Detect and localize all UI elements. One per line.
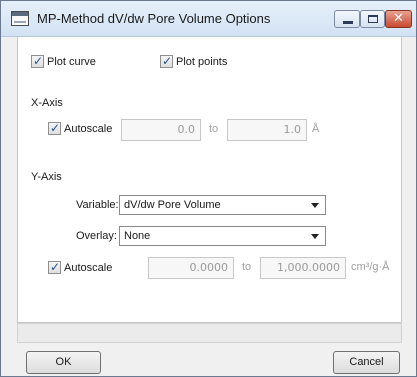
plot-curve-checkbox[interactable]: ✓ xyxy=(31,54,44,68)
x-unit-label: Å xyxy=(312,123,320,135)
variable-select-value: dV/dw Pore Volume xyxy=(124,199,221,211)
chevron-down-icon xyxy=(311,234,319,239)
y-max-field[interactable]: 1,000.0000 xyxy=(260,257,346,279)
window-title: MP-Method dV/dw Pore Volume Options xyxy=(37,11,271,26)
check-icon: ✓ xyxy=(50,121,61,135)
ok-button[interactable]: OK xyxy=(26,351,101,374)
plot-curve-label: Plot curve xyxy=(47,55,96,68)
plot-points-label: Plot points xyxy=(176,55,228,68)
y-autoscale-option[interactable]: ✓ Autoscale xyxy=(48,260,113,274)
y-axis-heading: Y-Axis xyxy=(31,171,62,183)
check-icon: ✓ xyxy=(162,54,173,68)
minimize-icon xyxy=(343,21,353,24)
y-autoscale-label: Autoscale xyxy=(64,261,113,274)
x-autoscale-checkbox[interactable]: ✓ xyxy=(48,121,61,135)
plot-points-option[interactable]: ✓ Plot points xyxy=(160,54,228,68)
window-icon xyxy=(11,11,29,26)
x-to-label: to xyxy=(209,123,219,135)
minimize-button[interactable] xyxy=(334,10,360,28)
overlay-select[interactable]: None xyxy=(119,226,326,246)
maximize-icon xyxy=(368,15,378,23)
y-to-label: to xyxy=(242,261,252,273)
title-bar[interactable]: MP-Method dV/dw Pore Volume Options ✕ xyxy=(1,1,416,37)
plot-points-checkbox[interactable]: ✓ xyxy=(160,54,173,68)
x-axis-heading: X-Axis xyxy=(31,97,63,109)
x-min-field[interactable]: 0.0 xyxy=(121,119,201,141)
variable-label: Variable: xyxy=(76,199,119,211)
x-max-field[interactable]: 1.0 xyxy=(227,119,307,141)
y-min-field[interactable]: 0.0000 xyxy=(148,257,234,279)
variable-select[interactable]: dV/dw Pore Volume xyxy=(119,195,326,215)
overlay-label: Overlay: xyxy=(76,230,117,242)
x-autoscale-option[interactable]: ✓ Autoscale xyxy=(48,121,113,135)
x-autoscale-label: Autoscale xyxy=(64,122,113,135)
overlay-select-value: None xyxy=(124,230,151,242)
plot-curve-option[interactable]: ✓ Plot curve xyxy=(31,54,96,68)
options-panel xyxy=(17,37,402,323)
y-autoscale-checkbox[interactable]: ✓ xyxy=(48,260,61,274)
check-icon: ✓ xyxy=(50,260,61,274)
close-icon: ✕ xyxy=(393,10,404,25)
panel-footer xyxy=(17,323,402,343)
y-unit-label: cm³/g·Å xyxy=(351,261,390,273)
options-dialog: MP-Method dV/dw Pore Volume Options ✕ ✓ … xyxy=(0,0,417,377)
chevron-down-icon xyxy=(311,203,319,208)
cancel-button[interactable]: Cancel xyxy=(333,351,400,374)
maximize-button[interactable] xyxy=(360,10,385,28)
close-button[interactable]: ✕ xyxy=(385,10,412,28)
check-icon: ✓ xyxy=(33,54,44,68)
